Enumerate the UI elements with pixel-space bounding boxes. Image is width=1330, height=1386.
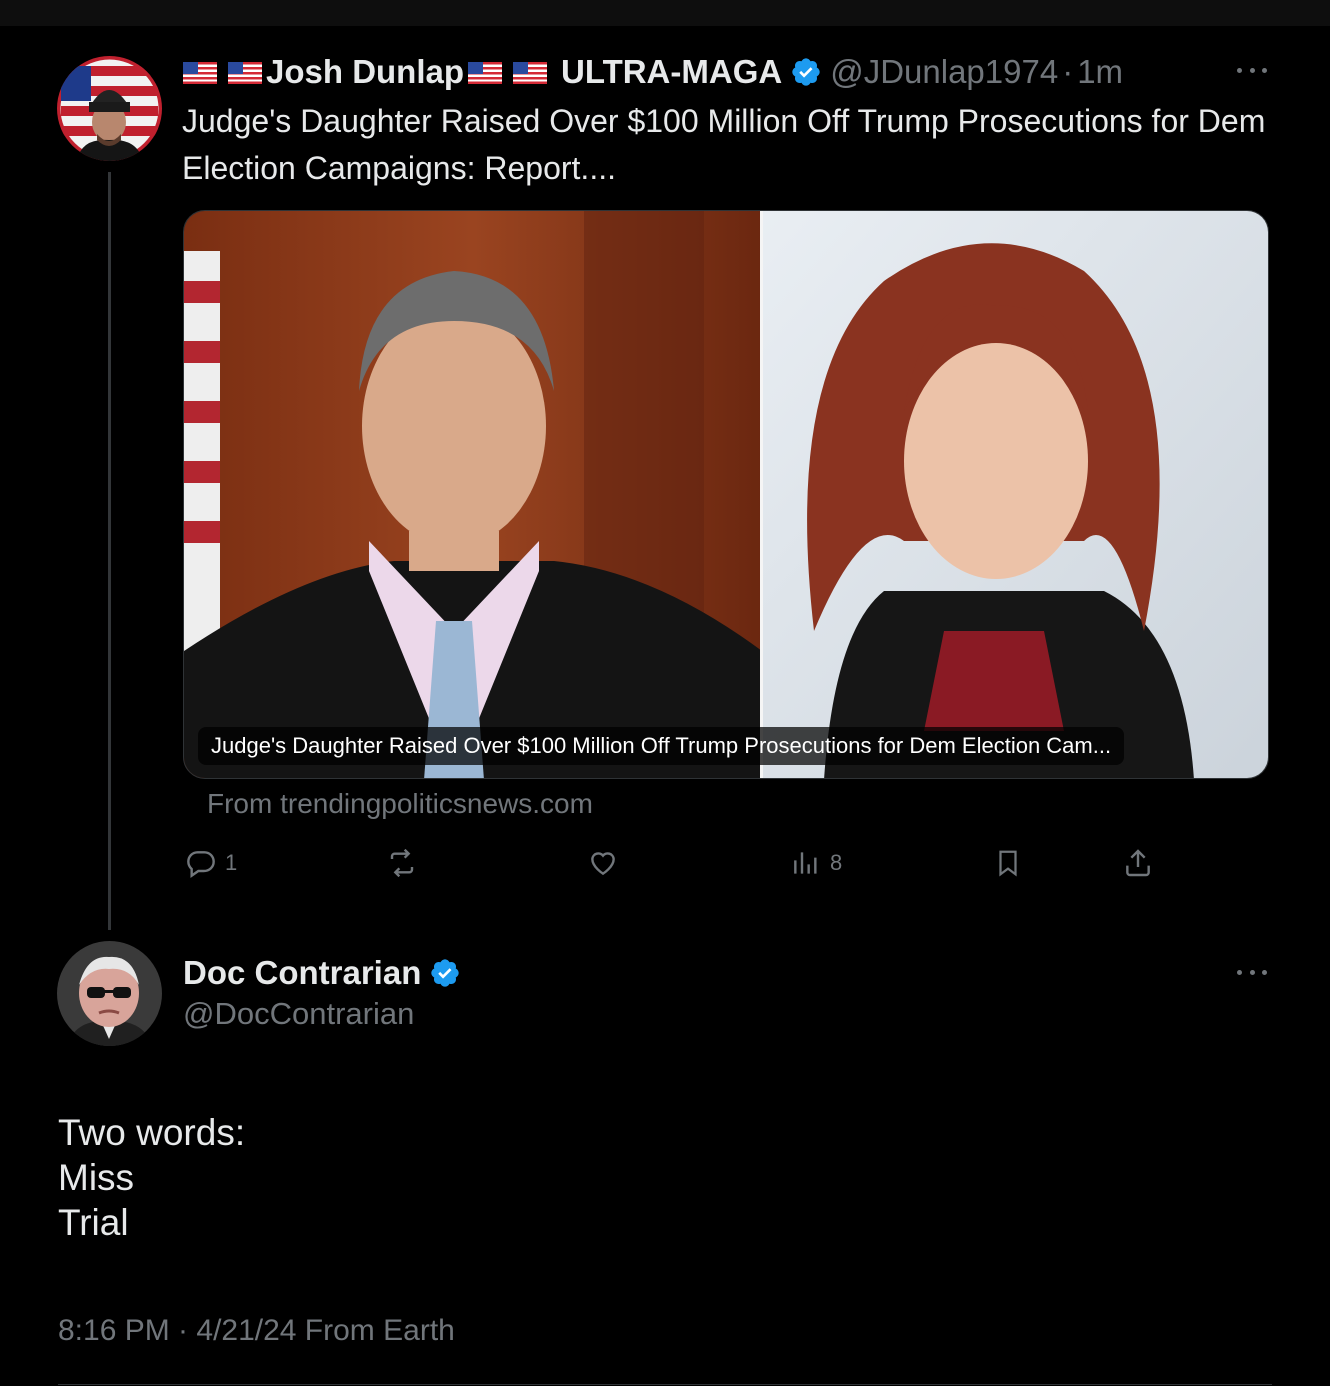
share-button[interactable] [1122,845,1154,881]
views-icon [790,847,822,879]
reply-icon [185,847,217,879]
like-button[interactable] [587,845,619,881]
views-count: 8 [830,850,843,875]
verified-badge-icon [790,56,822,88]
post-text: Judge's Daughter Raised Over $100 Millio… [182,103,1266,186]
reply-button[interactable]: 1 [185,845,237,881]
us-flag-icon [468,62,503,84]
heart-icon [587,847,619,879]
repost-button[interactable] [385,845,419,881]
more-options-icon[interactable] [1237,68,1267,76]
views-button[interactable]: 8 [790,845,842,881]
reply-text-line: Two words: [58,1112,246,1153]
reply-text-line: Miss [58,1157,135,1198]
post-time[interactable]: 1m [1077,53,1123,91]
author-name-suffix[interactable]: ULTRA-MAGA [561,53,782,91]
link-card-image[interactable] [183,210,1269,779]
reply-text: Two words: Miss Trial [58,1110,245,1245]
link-card-source[interactable]: From trendingpoliticsnews.com [207,788,593,820]
post-author-row[interactable]: Josh Dunlap ULTRA-MAGA @JDunlap1974 · 1m [183,50,1123,94]
verified-badge-icon [429,957,461,989]
author-handle[interactable]: @JDunlap1974 [830,53,1058,91]
dot-separator: · [1062,53,1074,90]
share-icon [1122,846,1154,880]
josh-dunlap-avatar[interactable] [57,56,162,161]
doc-contrarian-avatar[interactable] [57,941,162,1046]
reply-author-row[interactable]: Doc Contrarian [183,952,469,994]
us-flag-icon [228,62,262,84]
link-card-caption[interactable]: Judge's Daughter Raised Over $100 Millio… [198,727,1125,765]
reply-text-line: Trial [58,1202,129,1243]
status-bar [0,0,1330,26]
bookmark-button[interactable] [993,845,1023,881]
author-name[interactable]: Josh Dunlap [266,53,464,91]
reply-author-handle[interactable]: @DocContrarian [183,996,414,1032]
bookmark-icon [993,846,1023,880]
us-flag-icon [183,62,217,84]
more-options-icon[interactable] [1237,970,1267,978]
reply-timestamp[interactable]: 8:16 PM · 4/21/24 From Earth [58,1314,455,1348]
us-flag-icon [513,62,548,84]
divider [58,1384,1272,1385]
thread-connector-line [108,172,111,930]
reply-author-name[interactable]: Doc Contrarian [183,954,421,992]
repost-icon [385,847,419,879]
reply-count: 1 [225,850,238,875]
